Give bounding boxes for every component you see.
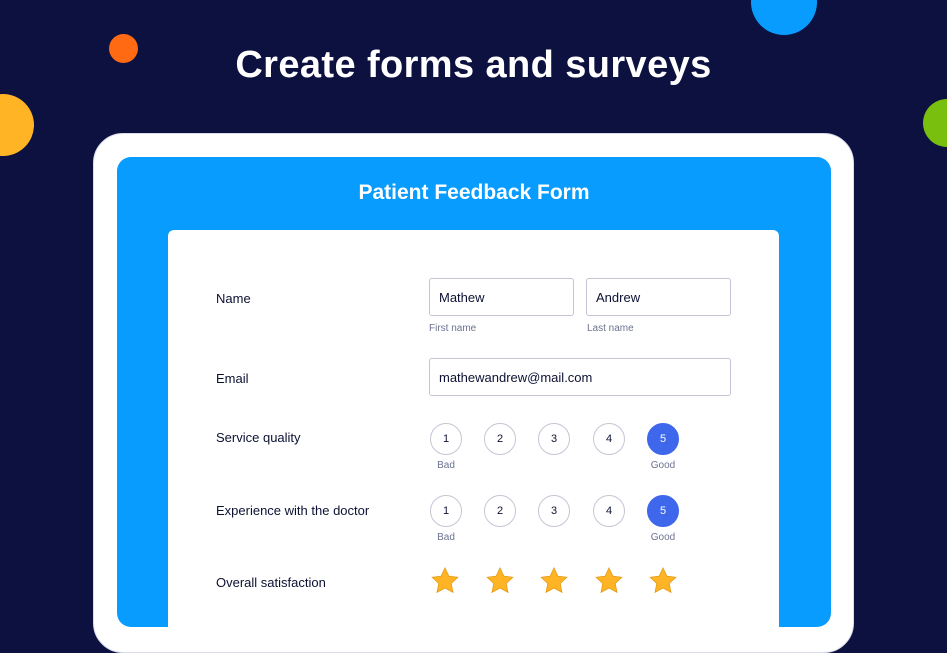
service-quality-option-5[interactable]: 5: [647, 423, 679, 455]
first-name-caption: First name: [429, 323, 477, 334]
last-name-input[interactable]: [586, 278, 731, 316]
service-quality-option-4[interactable]: 4: [593, 423, 625, 455]
decor-blue-dot: [751, 0, 817, 35]
service-quality-label: Service quality: [216, 430, 301, 445]
service-quality-option-2[interactable]: 2: [484, 423, 516, 455]
doctor-experience-high-caption: Good: [650, 532, 676, 543]
name-label: Name: [216, 291, 251, 306]
doctor-experience-low-caption: Bad: [437, 532, 455, 543]
first-name-input[interactable]: [429, 278, 574, 316]
doctor-experience-option-1[interactable]: 1: [430, 495, 462, 527]
decor-green-dot: [923, 99, 947, 147]
doctor-experience-option-4[interactable]: 4: [593, 495, 625, 527]
doctor-experience-option-5[interactable]: 5: [647, 495, 679, 527]
email-input[interactable]: [429, 358, 731, 396]
doctor-experience-option-2[interactable]: 2: [484, 495, 516, 527]
service-quality-low-caption: Bad: [437, 460, 455, 471]
form-title: Patient Feedback Form: [358, 181, 590, 204]
service-quality-option-3[interactable]: 3: [538, 423, 570, 455]
decor-yellow-dot: [0, 94, 34, 156]
email-label: Email: [216, 371, 249, 386]
service-quality-high-caption: Good: [650, 460, 676, 471]
overall-satisfaction-label: Overall satisfaction: [216, 575, 326, 590]
doctor-experience-label: Experience with the doctor: [216, 503, 370, 518]
last-name-caption: Last name: [587, 323, 634, 334]
service-quality-option-1[interactable]: 1: [430, 423, 462, 455]
doctor-experience-option-3[interactable]: 3: [538, 495, 570, 527]
headline: Create forms and surveys: [235, 44, 712, 86]
